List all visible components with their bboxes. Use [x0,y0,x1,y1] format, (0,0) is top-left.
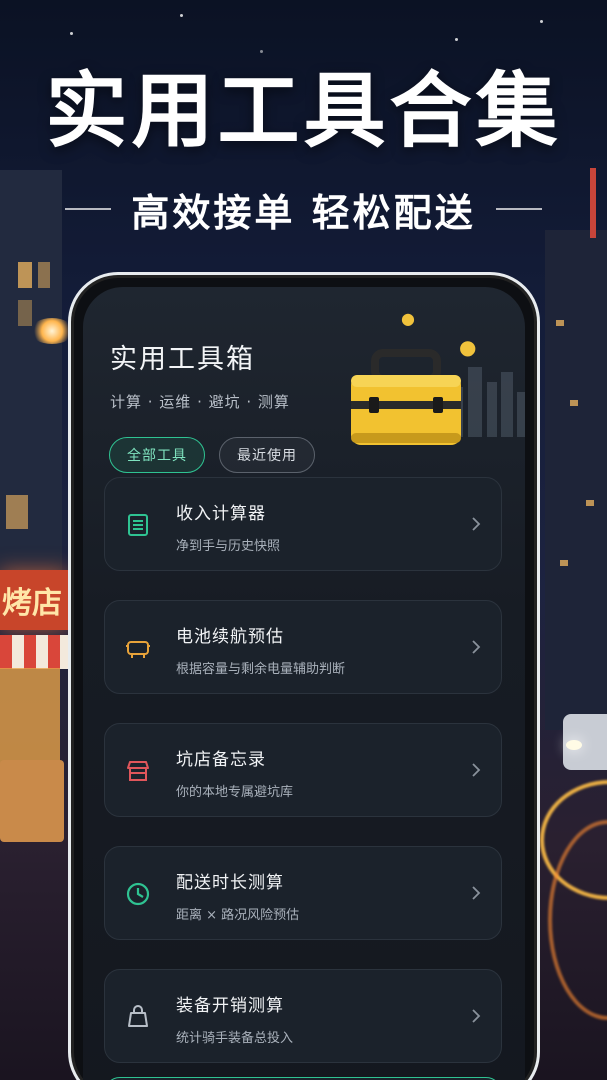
tool-card-battery-estimate[interactable]: 电池续航预估 根据容量与剩余电量辅助判断 [104,600,502,694]
banner-subline-row: 高效接单 轻松配送 [0,184,607,235]
tool-card-desc: 统计骑手装备总投入 [176,1031,294,1046]
document-list-icon [128,514,148,536]
toolbox-icon [351,349,461,445]
tool-card-desc: 根据容量与剩余电量辅助判断 [176,662,346,677]
shopping-bag-icon [128,1005,148,1027]
tool-card-title: 收入计算器 [176,504,266,524]
divider [65,208,112,210]
tool-card-desc: 你的本地专属避坑库 [176,785,294,800]
moon-icon: ● [401,309,415,328]
tool-card-title: 装备开销测算 [176,996,284,1016]
chevron-right-icon [472,1009,481,1023]
shop-sign: 烤店 [0,570,68,630]
basket [0,760,64,842]
app-screen: ● ● 实用工具箱 计算 · 运维 · 避坑 · 测算 全部工具 最近使用 收入… [83,287,525,1080]
chevron-right-icon [472,517,481,531]
chevron-right-icon [472,886,481,900]
phone-frame: ● ● 实用工具箱 计算 · 运维 · 避坑 · 测算 全部工具 最近使用 收入… [68,272,540,1080]
tool-card-title: 配送时长测算 [176,873,284,893]
tool-card-equipment-cost[interactable]: 装备开销测算 统计骑手装备总投入 [104,969,502,1063]
divider [495,208,542,210]
clock-icon [126,882,150,906]
tool-card-income-calculator[interactable]: 收入计算器 净到手与历史快照 [104,477,502,571]
tool-card-store-memo[interactable]: 坑店备忘录 你的本地专属避坑库 [104,723,502,817]
right-building [545,230,607,730]
shop-awning [0,635,70,669]
filter-chip-recent[interactable]: 最近使用 [219,437,315,473]
tool-card-desc: 距离 × 路况风险预估 [176,908,300,923]
tool-card-desc: 净到手与历史快照 [176,539,281,554]
battery-icon [126,641,150,658]
chevron-right-icon [472,640,481,654]
tool-card-delivery-time[interactable]: 配送时长测算 距离 × 路况风险预估 [104,846,502,940]
banner-subline: 高效接单 轻松配送 [131,190,476,235]
filter-chip-all-tools[interactable]: 全部工具 [109,437,205,473]
tool-card-title: 坑店备忘录 [176,750,266,770]
app-subtitle: 计算 · 运维 · 避坑 · 测算 [110,393,290,411]
app-title: 实用工具箱 [110,344,255,375]
banner-headline: 实用工具合集 [45,64,562,159]
chevron-right-icon [472,763,481,777]
tool-card-title: 电池续航预估 [176,627,284,647]
store-icon [127,761,149,781]
